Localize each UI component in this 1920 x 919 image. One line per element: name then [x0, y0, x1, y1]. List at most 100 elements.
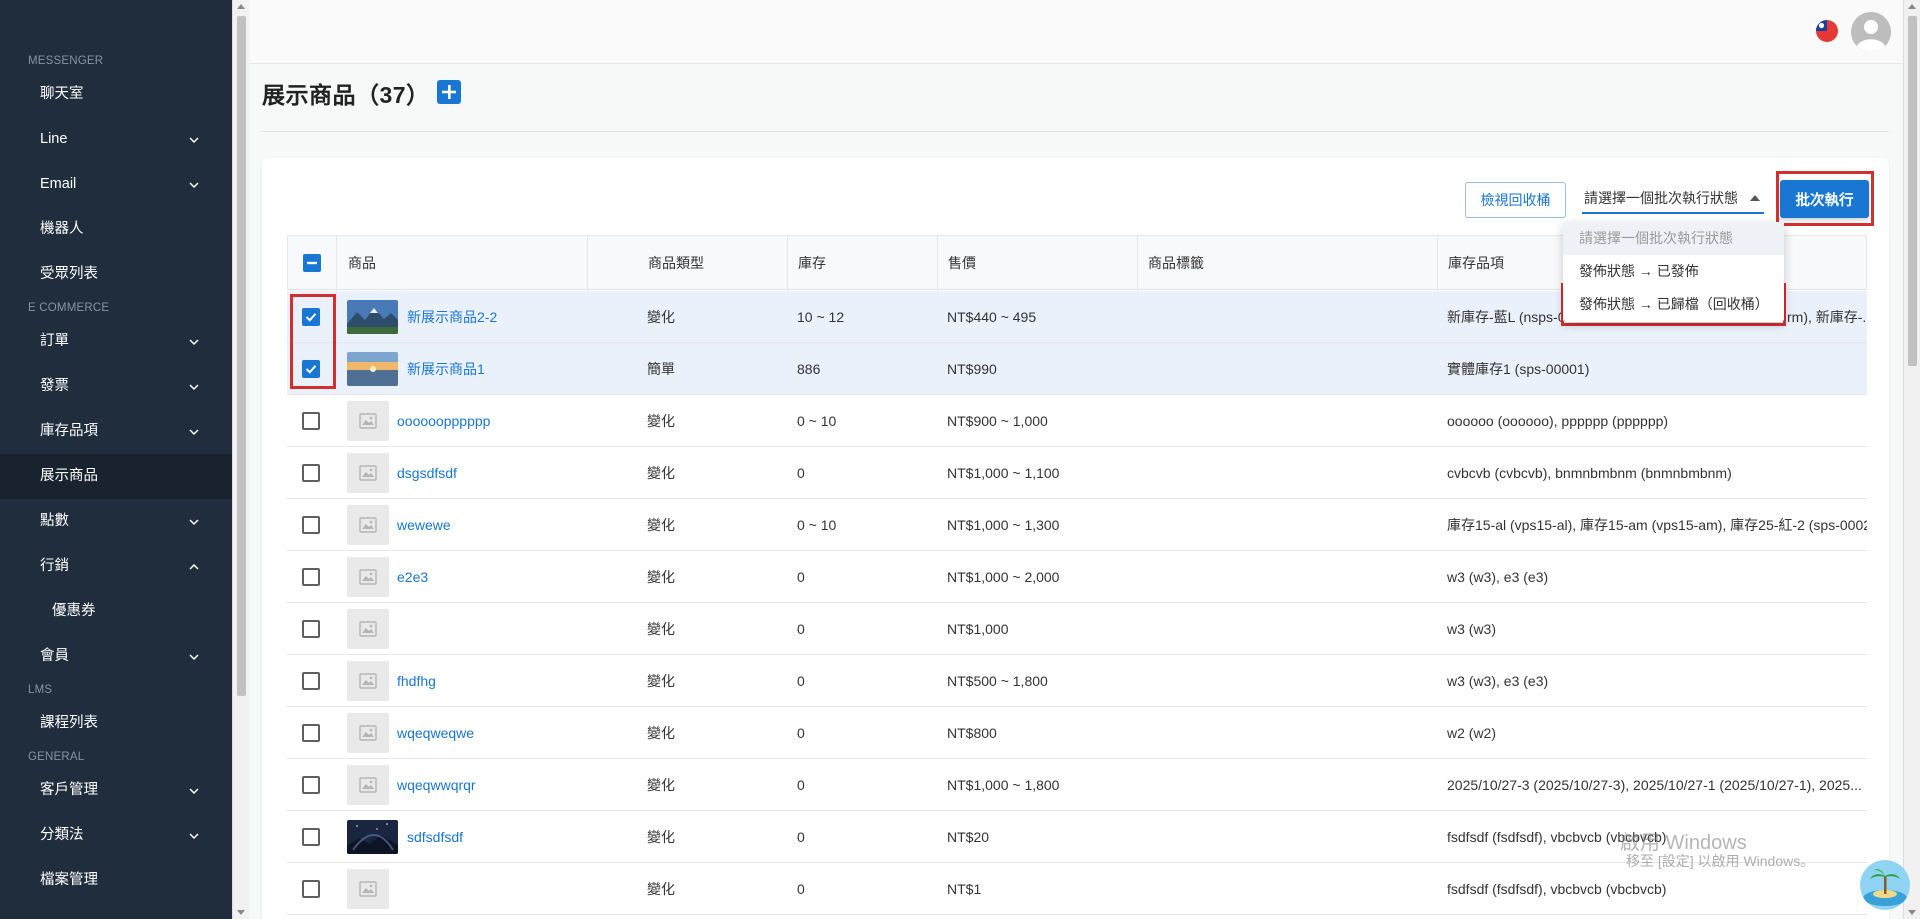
product-image[interactable]: [347, 352, 398, 386]
product-image-placeholder[interactable]: [347, 609, 389, 649]
sidebar-item[interactable]: 發票: [0, 364, 232, 409]
table-row[interactable]: dsgsdfsdf 變化 0 NT$1,000 ~ 1,100 cvbcvb (cvbc…: [287, 447, 1867, 499]
product-name-link[interactable]: dsgsdfsdf: [397, 447, 457, 499]
product-stock-items: 實體庫存1 (sps-00001): [1447, 361, 1590, 377]
table-row[interactable]: 變化 0 NT$1,000 w3 (w3): [287, 603, 1867, 655]
sidebar-item[interactable]: 檔案管理: [0, 858, 232, 903]
product-stock: 0: [797, 465, 805, 481]
column-header-stock[interactable]: 庫存: [798, 236, 826, 291]
sidebar-item[interactable]: 會員: [0, 634, 232, 679]
taiwan-flag-icon[interactable]: [1816, 20, 1838, 42]
sidebar-item[interactable]: 分類法: [0, 813, 232, 858]
sidebar-item[interactable]: 行銷: [0, 544, 232, 589]
product-price: NT$1,000 ~ 1,800: [947, 777, 1060, 793]
product-image-placeholder[interactable]: [347, 557, 389, 597]
table-row[interactable]: wqeqweqwe 變化 0 NT$800 w2 (w2): [287, 707, 1867, 759]
sidebar-item[interactable]: 聊天室: [0, 72, 232, 117]
sidebar-item[interactable]: Email: [0, 162, 232, 207]
dropdown-option-archived[interactable]: 發佈狀態 → 已歸檔（回收桶）: [1563, 288, 1784, 321]
sidebar-scrollbar[interactable]: [232, 0, 249, 919]
row-checkbox[interactable]: [302, 828, 320, 846]
image-placeholder-icon: [359, 413, 377, 429]
sidebar-item[interactable]: 機器人: [0, 207, 232, 252]
column-header-price[interactable]: 售價: [948, 236, 976, 291]
island-widget-icon[interactable]: [1860, 860, 1910, 910]
column-header-tags[interactable]: 商品標籤: [1148, 236, 1204, 291]
view-trash-button[interactable]: 檢視回收桶: [1465, 182, 1566, 218]
product-image-placeholder[interactable]: [347, 765, 389, 805]
row-checkbox[interactable]: [302, 308, 320, 326]
table-row[interactable]: fhdfhg 變化 0 NT$500 ~ 1,800 w3 (w3), e3 (e3): [287, 655, 1867, 707]
product-stock-items: 庫存15-al (vps15-al), 庫存15-am (vps15-am), …: [1447, 517, 1867, 533]
sidebar-item[interactable]: 課程列表: [0, 701, 232, 746]
user-avatar-icon[interactable]: [1851, 12, 1891, 52]
scroll-down-arrow-icon[interactable]: [1908, 910, 1916, 915]
table-row[interactable]: e2e3 變化 0 NT$1,000 ~ 2,000 w3 (w3), e3 (e3): [287, 551, 1867, 603]
column-header-product[interactable]: 商品: [348, 236, 376, 291]
scrollbar-thumb[interactable]: [237, 16, 246, 696]
product-image-placeholder[interactable]: [347, 505, 389, 545]
select-all-checkbox[interactable]: [303, 254, 321, 272]
column-divider: [787, 236, 788, 291]
row-checkbox[interactable]: [302, 620, 320, 638]
table-row[interactable]: 新展示商品1 簡單 886 NT$990 實體庫存1 (sps-00001): [287, 343, 1867, 395]
product-stock-items: w3 (w3): [1447, 621, 1497, 637]
row-checkbox[interactable]: [302, 672, 320, 690]
product-name-link[interactable]: wewewe: [397, 499, 451, 551]
scroll-up-arrow-icon[interactable]: [1908, 4, 1916, 9]
row-checkbox[interactable]: [302, 880, 320, 898]
product-price: NT$1,000 ~ 1,300: [947, 517, 1060, 533]
product-stock-items: w3 (w3), e3 (e3): [1447, 569, 1549, 585]
sidebar-item[interactable]: 優惠券: [0, 589, 232, 634]
product-price: NT$1: [947, 881, 982, 897]
sidebar-section-label: MESSENGER: [28, 55, 104, 67]
scrollbar-thumb[interactable]: [1908, 16, 1917, 366]
product-image-placeholder[interactable]: [347, 869, 389, 909]
row-checkbox[interactable]: [302, 412, 320, 430]
product-name-link[interactable]: wqeqwwqrqr: [397, 759, 476, 811]
product-image-placeholder[interactable]: [347, 713, 389, 753]
sidebar-item[interactable]: 展示商品: [0, 454, 232, 499]
scroll-up-arrow-icon[interactable]: [237, 4, 245, 9]
product-stock: 10 ~ 12: [797, 309, 845, 325]
sidebar-item[interactable]: 受眾列表: [0, 252, 232, 297]
dropdown-option-placeholder[interactable]: 請選擇一個批次執行狀態: [1563, 222, 1784, 255]
add-product-button[interactable]: [437, 80, 461, 104]
product-name-link[interactable]: e2e3: [397, 551, 428, 603]
row-checkbox[interactable]: [302, 568, 320, 586]
product-name-link[interactable]: fhdfhg: [397, 655, 436, 707]
row-checkbox[interactable]: [302, 464, 320, 482]
product-name-link[interactable]: 新展示商品1: [407, 343, 485, 395]
scroll-down-arrow-icon[interactable]: [237, 910, 245, 915]
product-image[interactable]: [347, 300, 398, 334]
product-image-placeholder[interactable]: [347, 401, 389, 441]
sidebar-item[interactable]: 庫存品項: [0, 409, 232, 454]
table-row[interactable]: wewewe 變化 0 ~ 10 NT$1,000 ~ 1,300 庫存15-al (v…: [287, 499, 1867, 551]
batch-execute-button[interactable]: 批次執行: [1780, 180, 1869, 218]
product-price: NT$800: [947, 725, 997, 741]
product-image[interactable]: [347, 820, 398, 854]
row-checkbox[interactable]: [302, 516, 320, 534]
column-header-type[interactable]: 商品類型: [648, 236, 704, 291]
product-name-link[interactable]: wqeqweqwe: [397, 707, 474, 759]
batch-status-select[interactable]: 請選擇一個批次執行狀態: [1582, 182, 1764, 214]
sidebar-item[interactable]: Line: [0, 117, 232, 162]
row-checkbox[interactable]: [302, 360, 320, 378]
product-stock-items: cvbcvb (cvbcvb), bnmnbmbnm (bnmnbmbnm): [1447, 465, 1732, 481]
page-scrollbar[interactable]: [1903, 0, 1920, 919]
product-name-link[interactable]: 新展示商品2-2: [407, 291, 497, 343]
row-checkbox[interactable]: [302, 724, 320, 742]
row-checkbox[interactable]: [302, 776, 320, 794]
table-row[interactable]: oooooopppppp 變化 0 ~ 10 NT$900 ~ 1,000 oooooo…: [287, 395, 1867, 447]
product-image-placeholder[interactable]: [347, 661, 389, 701]
dropdown-option-published[interactable]: 發佈狀態 → 已發佈: [1563, 255, 1784, 288]
product-name-link[interactable]: sdfsdfsdf: [407, 811, 463, 863]
table-row[interactable]: wqeqwwqrqr 變化 0 NT$1,000 ~ 1,800 2025/10/27-…: [287, 759, 1867, 811]
product-name-link[interactable]: oooooopppppp: [397, 395, 490, 447]
sidebar-item[interactable]: 客戶管理: [0, 768, 232, 813]
chevron-down-icon: [188, 162, 200, 207]
sidebar-item[interactable]: 點數: [0, 499, 232, 544]
sidebar-item[interactable]: 訂單: [0, 319, 232, 364]
column-header-stock-items[interactable]: 庫存品項: [1448, 236, 1504, 291]
product-image-placeholder[interactable]: [347, 453, 389, 493]
